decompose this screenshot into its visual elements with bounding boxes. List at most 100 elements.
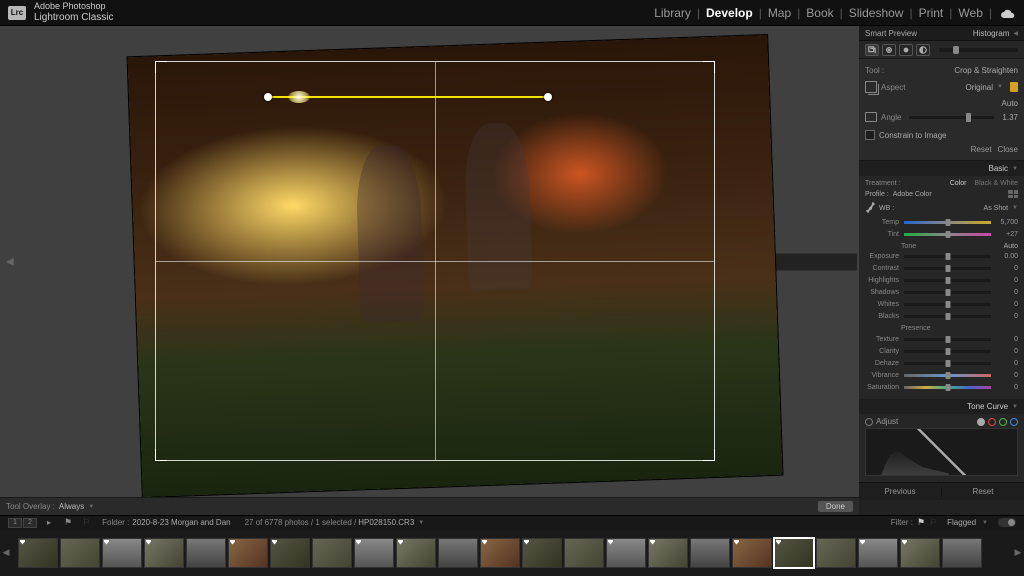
- module-develop[interactable]: Develop: [700, 6, 759, 20]
- filter-flagged-label[interactable]: Flagged: [947, 518, 976, 527]
- flag-pick-icon[interactable]: ⚑: [64, 517, 72, 528]
- done-button[interactable]: Done: [818, 501, 853, 512]
- aspect-lock-icon[interactable]: [1010, 82, 1018, 92]
- highlights-slider[interactable]: [904, 279, 991, 282]
- curve-channel-rgb[interactable]: [977, 418, 985, 426]
- shadows-slider[interactable]: [904, 291, 991, 294]
- shadows-value[interactable]: 0: [996, 289, 1018, 296]
- saturation-value[interactable]: 0: [996, 384, 1018, 391]
- vibrance-slider[interactable]: [904, 374, 991, 377]
- previous-button[interactable]: Previous: [859, 487, 941, 496]
- filmstrip-thumb[interactable]: [480, 538, 520, 568]
- texture-slider[interactable]: [904, 338, 991, 341]
- histogram-header[interactable]: Smart Preview Histogram ◀: [859, 26, 1024, 41]
- clarity-value[interactable]: 0: [996, 348, 1018, 355]
- profile-value[interactable]: Adobe Color: [893, 191, 932, 198]
- angle-auto[interactable]: Auto: [1002, 99, 1018, 108]
- crop-handle-bl[interactable]: [155, 449, 167, 461]
- whites-value[interactable]: 0: [996, 301, 1018, 308]
- module-web[interactable]: Web: [952, 6, 988, 20]
- filmstrip-thumb[interactable]: [312, 538, 352, 568]
- filmstrip-thumb[interactable]: [942, 538, 982, 568]
- filmstrip-thumb[interactable]: [396, 538, 436, 568]
- constrain-checkbox[interactable]: [865, 130, 875, 140]
- redeye-tool-button[interactable]: [899, 44, 913, 56]
- dehaze-slider[interactable]: [904, 362, 991, 365]
- straighten-handle-right[interactable]: [544, 93, 552, 101]
- module-map[interactable]: Map: [762, 6, 797, 20]
- contrast-value[interactable]: 0: [996, 265, 1018, 272]
- highlights-value[interactable]: 0: [996, 277, 1018, 284]
- straighten-handle-left[interactable]: [264, 93, 272, 101]
- texture-value[interactable]: 0: [996, 336, 1018, 343]
- wb-eyedropper-icon[interactable]: [865, 202, 875, 214]
- flag-reject-icon[interactable]: ⚐: [82, 517, 90, 528]
- filmstrip-thumb[interactable]: [228, 538, 268, 568]
- filmstrip-thumb[interactable]: [648, 538, 688, 568]
- module-print[interactable]: Print: [913, 6, 950, 20]
- curve-channel-blue[interactable]: [1010, 418, 1018, 426]
- aspect-value[interactable]: Original: [965, 83, 993, 92]
- dehaze-value[interactable]: 0: [996, 360, 1018, 367]
- mask-tool-button[interactable]: [916, 44, 930, 56]
- filmstrip-thumb[interactable]: [900, 538, 940, 568]
- tone-curve-graph[interactable]: [865, 428, 1018, 476]
- filmstrip-thumb[interactable]: [102, 538, 142, 568]
- heal-tool-button[interactable]: [882, 44, 896, 56]
- filmstrip-thumb[interactable]: [858, 538, 898, 568]
- exposure-value[interactable]: 0.00: [996, 253, 1018, 260]
- treatment-bw[interactable]: Black & White: [974, 180, 1018, 187]
- filter-flag-icon[interactable]: ⚑: [917, 517, 925, 528]
- tint-value[interactable]: +27: [996, 231, 1018, 238]
- cloud-sync-icon[interactable]: [1000, 8, 1016, 18]
- filmstrip-thumb[interactable]: [354, 538, 394, 568]
- crop-handle-tr[interactable]: [703, 61, 715, 73]
- module-book[interactable]: Book: [800, 6, 839, 20]
- exposure-slider[interactable]: [904, 255, 991, 258]
- vibrance-value[interactable]: 0: [996, 372, 1018, 379]
- wb-value[interactable]: As Shot: [984, 205, 1009, 212]
- toolstrip-slider[interactable]: [939, 48, 1018, 52]
- saturation-slider[interactable]: [904, 386, 991, 389]
- angle-slider[interactable]: [909, 116, 994, 119]
- filmstrip-scroll-right[interactable]: ▶: [1012, 529, 1024, 576]
- crop-icon[interactable]: [865, 81, 877, 93]
- reset-button[interactable]: Reset: [942, 487, 1024, 496]
- secondary-display-toggle[interactable]: 12: [8, 518, 37, 528]
- crop-reset-button[interactable]: Reset: [971, 145, 992, 154]
- tone-auto[interactable]: Auto: [1004, 243, 1018, 250]
- filmstrip-thumb[interactable]: [606, 538, 646, 568]
- filmstrip-thumb[interactable]: [522, 538, 562, 568]
- profile-browser-icon[interactable]: [1008, 190, 1018, 198]
- temp-slider[interactable]: [904, 221, 991, 224]
- angle-value[interactable]: 1.37: [1002, 113, 1018, 122]
- filmstrip-scroll-left[interactable]: ◀: [0, 529, 12, 576]
- ruler-icon[interactable]: [865, 112, 877, 122]
- contrast-slider[interactable]: [904, 267, 991, 270]
- crop-handle-br[interactable]: [703, 449, 715, 461]
- filmstrip-thumb[interactable]: [732, 538, 772, 568]
- left-panel-toggle-icon[interactable]: ◀: [2, 252, 18, 271]
- filmstrip-thumb[interactable]: [186, 538, 226, 568]
- filter-lock-toggle[interactable]: [998, 518, 1016, 527]
- crop-close-button[interactable]: Close: [998, 145, 1018, 154]
- basic-panel-header[interactable]: Basic ▼: [859, 161, 1024, 176]
- filmstrip-thumb[interactable]: [816, 538, 856, 568]
- clarity-slider[interactable]: [904, 350, 991, 353]
- filmstrip-thumb[interactable]: [60, 538, 100, 568]
- filmstrip-thumb[interactable]: [774, 538, 814, 568]
- filmstrip-thumb[interactable]: [270, 538, 310, 568]
- whites-slider[interactable]: [904, 303, 991, 306]
- tint-slider[interactable]: [904, 233, 991, 236]
- blacks-value[interactable]: 0: [996, 313, 1018, 320]
- filmstrip-thumb[interactable]: [144, 538, 184, 568]
- curve-point-tool-icon[interactable]: [865, 418, 873, 426]
- crop-overlay[interactable]: [155, 61, 715, 461]
- filmstrip-thumb[interactable]: [690, 538, 730, 568]
- blacks-slider[interactable]: [904, 315, 991, 318]
- tonecurve-header[interactable]: Tone Curve ▼: [859, 399, 1024, 414]
- filter-unflag-icon[interactable]: ⚐: [929, 517, 937, 528]
- crop-handle-tl[interactable]: [155, 61, 167, 73]
- filmstrip-thumb[interactable]: [438, 538, 478, 568]
- folder-value[interactable]: 2020-8-23 Morgan and Dan: [132, 518, 230, 527]
